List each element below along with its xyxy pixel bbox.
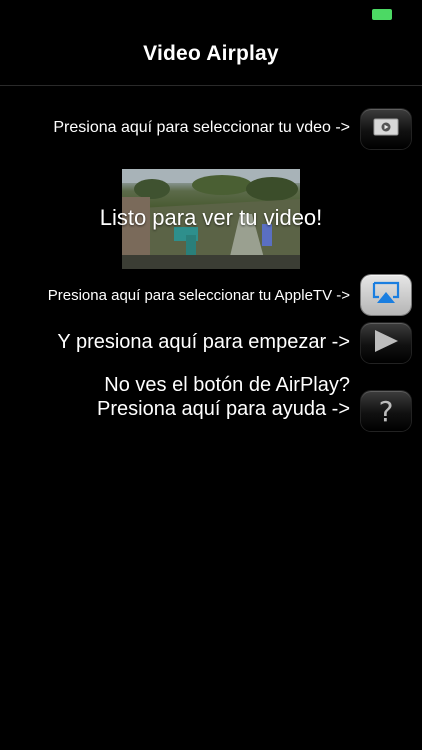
nav-divider — [0, 85, 422, 86]
video-file-icon — [373, 118, 399, 141]
play-icon — [372, 329, 400, 358]
select-video-button[interactable] — [361, 109, 411, 149]
preview-caption: Listo para ver tu video! — [99, 205, 323, 230]
help-question-label: No ves el botón de AirPlay? — [104, 374, 350, 396]
help-label: Presiona aquí para ayuda -> — [97, 398, 350, 420]
page-title: Video Airplay — [143, 42, 279, 65]
select-video-label: Presiona aquí para seleccionar tu vdeo -… — [53, 119, 350, 136]
play-button[interactable] — [361, 323, 411, 363]
select-appletv-label: Presiona aquí para seleccionar tu AppleT… — [47, 287, 350, 304]
airplay-button[interactable] — [361, 275, 411, 315]
airplay-icon — [371, 281, 401, 310]
help-button[interactable]: ? — [361, 391, 411, 431]
help-icon: ? — [378, 394, 394, 428]
battery-icon — [372, 9, 392, 20]
start-label: Y presiona aquí para empezar -> — [57, 331, 350, 353]
